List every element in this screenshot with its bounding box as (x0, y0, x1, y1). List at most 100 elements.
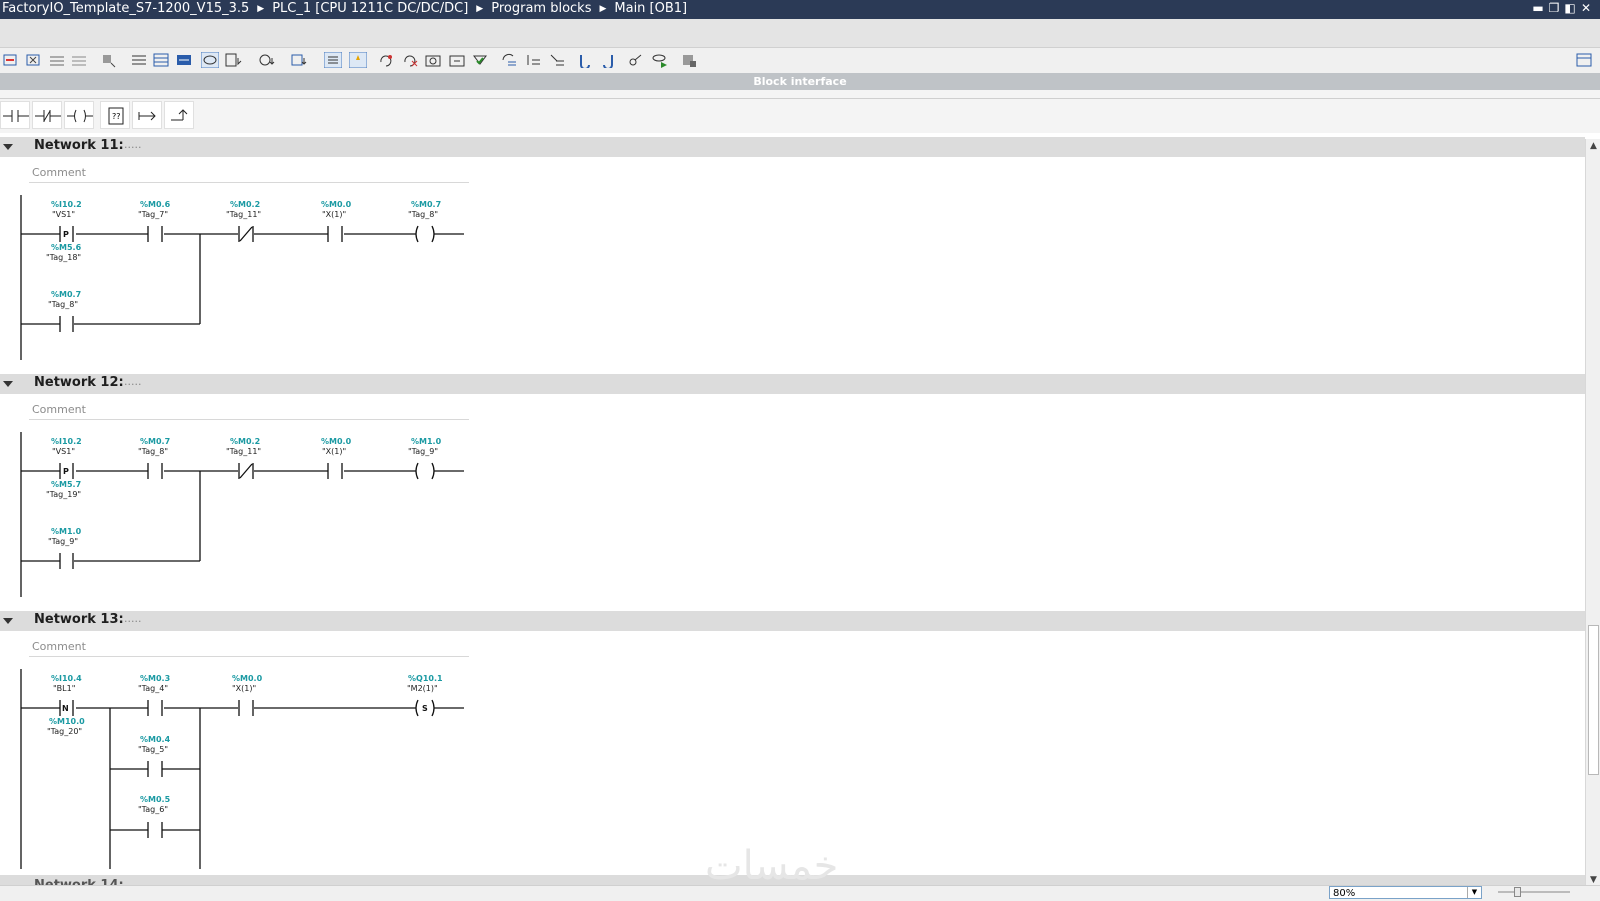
modify-value-icon[interactable] (651, 52, 669, 68)
contact-tag[interactable]: "Tag_11" (226, 210, 261, 219)
block-interface-bar[interactable]: Block interface (0, 73, 1600, 90)
highlight-icon[interactable] (349, 52, 367, 68)
comment-toggle-icon[interactable] (201, 52, 219, 68)
normally-closed-contact-icon[interactable] (32, 101, 62, 129)
edge-memory-address[interactable]: %M5.7 (51, 480, 81, 489)
network-12-header[interactable]: Network 12: ..... (0, 374, 1585, 394)
insert-network-icon[interactable] (2, 52, 20, 68)
contact-address[interactable]: %M0.4 (140, 735, 171, 744)
network-12-comment[interactable]: Comment (29, 399, 469, 420)
scroll-up-icon[interactable]: ▲ (1586, 139, 1600, 153)
contact-address[interactable]: %I10.2 (51, 437, 82, 446)
cross-reference-icon[interactable] (100, 52, 118, 68)
contact-tag[interactable]: "X(1)" (322, 210, 346, 219)
contact-address[interactable]: %M0.7 (51, 290, 81, 299)
contact-address[interactable]: %M0.0 (232, 674, 263, 683)
snapshot-icon[interactable] (424, 52, 442, 68)
go-online-icon[interactable] (576, 52, 594, 68)
network-list-icon[interactable] (130, 52, 148, 68)
contact-address[interactable]: %M0.2 (230, 200, 260, 209)
contact-tag[interactable]: "Tag_7" (138, 210, 168, 219)
scroll-thumb[interactable] (1588, 625, 1599, 775)
monitoring-download-icon[interactable] (258, 52, 276, 68)
update-calls-icon[interactable] (377, 52, 395, 68)
contact-address[interactable]: %M0.7 (140, 437, 170, 446)
close-icon[interactable]: ✕ (1578, 0, 1594, 17)
insert-row-icon[interactable] (48, 52, 66, 68)
empty-box-icon[interactable]: ?? (100, 101, 130, 129)
coil-tag[interactable]: "M2(1)" (407, 684, 438, 693)
contact-tag[interactable]: "Tag_8" (48, 300, 78, 309)
contact-tag[interactable]: "Tag_11" (226, 447, 261, 456)
chevron-down-icon[interactable]: ▼ (1467, 887, 1481, 898)
collapse-network-icon[interactable] (3, 618, 13, 624)
zoom-select[interactable]: 80% ▼ (1329, 886, 1482, 899)
breadcrumb-plc[interactable]: PLC_1 [CPU 1211C DC/DC/DC] (272, 1, 468, 16)
restore-icon[interactable]: ❐ (1546, 0, 1562, 17)
zoom-slider-track[interactable] (1498, 891, 1570, 893)
network-title-placeholder[interactable]: ..... (124, 375, 141, 388)
favorites-icon[interactable] (175, 52, 193, 68)
contact-address[interactable]: %M0.5 (140, 795, 171, 804)
block-interface-splitter[interactable] (0, 90, 1600, 99)
load-snapshot-icon[interactable] (448, 52, 466, 68)
edge-memory-tag[interactable]: "Tag_20" (47, 727, 82, 736)
network-13-comment[interactable]: Comment (29, 636, 469, 657)
step-over-icon[interactable] (548, 52, 566, 68)
minimize-icon[interactable]: ▬ (1530, 0, 1546, 17)
network-11-comment[interactable]: Comment (29, 162, 469, 183)
contact-address[interactable]: %M0.0 (321, 437, 352, 446)
contact-address[interactable]: %I10.2 (51, 200, 82, 209)
contact-tag[interactable]: "VS1" (52, 447, 75, 456)
collapse-network-icon[interactable] (3, 381, 13, 387)
collapse-network-icon[interactable] (3, 144, 13, 150)
coil-address[interactable]: %M0.7 (411, 200, 441, 209)
output-coil-icon[interactable] (64, 101, 94, 129)
edge-memory-address[interactable]: %M5.6 (51, 243, 82, 252)
edge-memory-tag[interactable]: "Tag_19" (46, 490, 81, 499)
contact-tag[interactable]: "Tag_6" (138, 805, 168, 814)
contact-tag[interactable]: "Tag_9" (48, 537, 78, 546)
contact-tag[interactable]: "BL1" (53, 684, 75, 693)
contact-tag[interactable]: "Tag_4" (138, 684, 168, 693)
step-icon[interactable] (524, 52, 542, 68)
breadcrumb-main-block[interactable]: Main [OB1] (614, 1, 687, 16)
tile-icon[interactable]: ◧ (1562, 0, 1578, 17)
contact-address[interactable]: %M0.6 (140, 200, 171, 209)
block-interface-toggle-icon[interactable] (1575, 52, 1593, 68)
edge-memory-address[interactable]: %M10.0 (49, 717, 85, 726)
contact-address[interactable]: %M0.2 (230, 437, 260, 446)
add-row-icon[interactable] (70, 52, 88, 68)
coil-tag[interactable]: "Tag_9" (408, 447, 438, 456)
network-13-header[interactable]: Network 13: ..... (0, 611, 1585, 631)
go-to-network-icon[interactable] (290, 52, 308, 68)
contact-address[interactable]: %M1.0 (51, 527, 82, 536)
coil-address[interactable]: %M1.0 (411, 437, 442, 446)
force-value-icon[interactable] (680, 52, 698, 68)
contact-tag[interactable]: "X(1)" (322, 447, 346, 456)
zoom-slider-handle[interactable] (1514, 887, 1521, 897)
absolute-operands-icon[interactable] (152, 52, 170, 68)
contact-address[interactable]: %I10.4 (51, 674, 82, 683)
network-title-placeholder[interactable]: ..... (124, 612, 141, 625)
network-11-header[interactable]: Network 11: ..... (0, 137, 1585, 157)
contact-tag[interactable]: "Tag_8" (138, 447, 168, 456)
open-all-networks-icon[interactable] (224, 52, 242, 68)
go-offline-icon[interactable] (599, 52, 617, 68)
contact-address[interactable]: %M0.0 (321, 200, 352, 209)
coil-address[interactable]: %Q10.1 (408, 674, 443, 683)
monitor-on-off-icon[interactable] (627, 52, 645, 68)
contact-tag[interactable]: "Tag_5" (138, 745, 168, 754)
network-title-placeholder[interactable]: ..... (124, 138, 141, 151)
compare-icon[interactable] (471, 52, 489, 68)
normally-open-contact-icon[interactable] (0, 101, 30, 129)
vertical-scrollbar[interactable]: ▲ ▼ (1585, 139, 1600, 887)
breakpoint-icon[interactable] (500, 52, 518, 68)
contact-address[interactable]: %M0.3 (140, 674, 170, 683)
open-branch-icon[interactable] (132, 101, 162, 129)
contact-tag[interactable]: "X(1)" (232, 684, 256, 693)
remove-calls-icon[interactable] (401, 52, 419, 68)
breadcrumb-project[interactable]: FactoryIO_Template_S7-1200_V15_3.5 (2, 1, 249, 16)
coil-tag[interactable]: "Tag_8" (408, 210, 438, 219)
network-overview-icon[interactable] (324, 52, 342, 68)
